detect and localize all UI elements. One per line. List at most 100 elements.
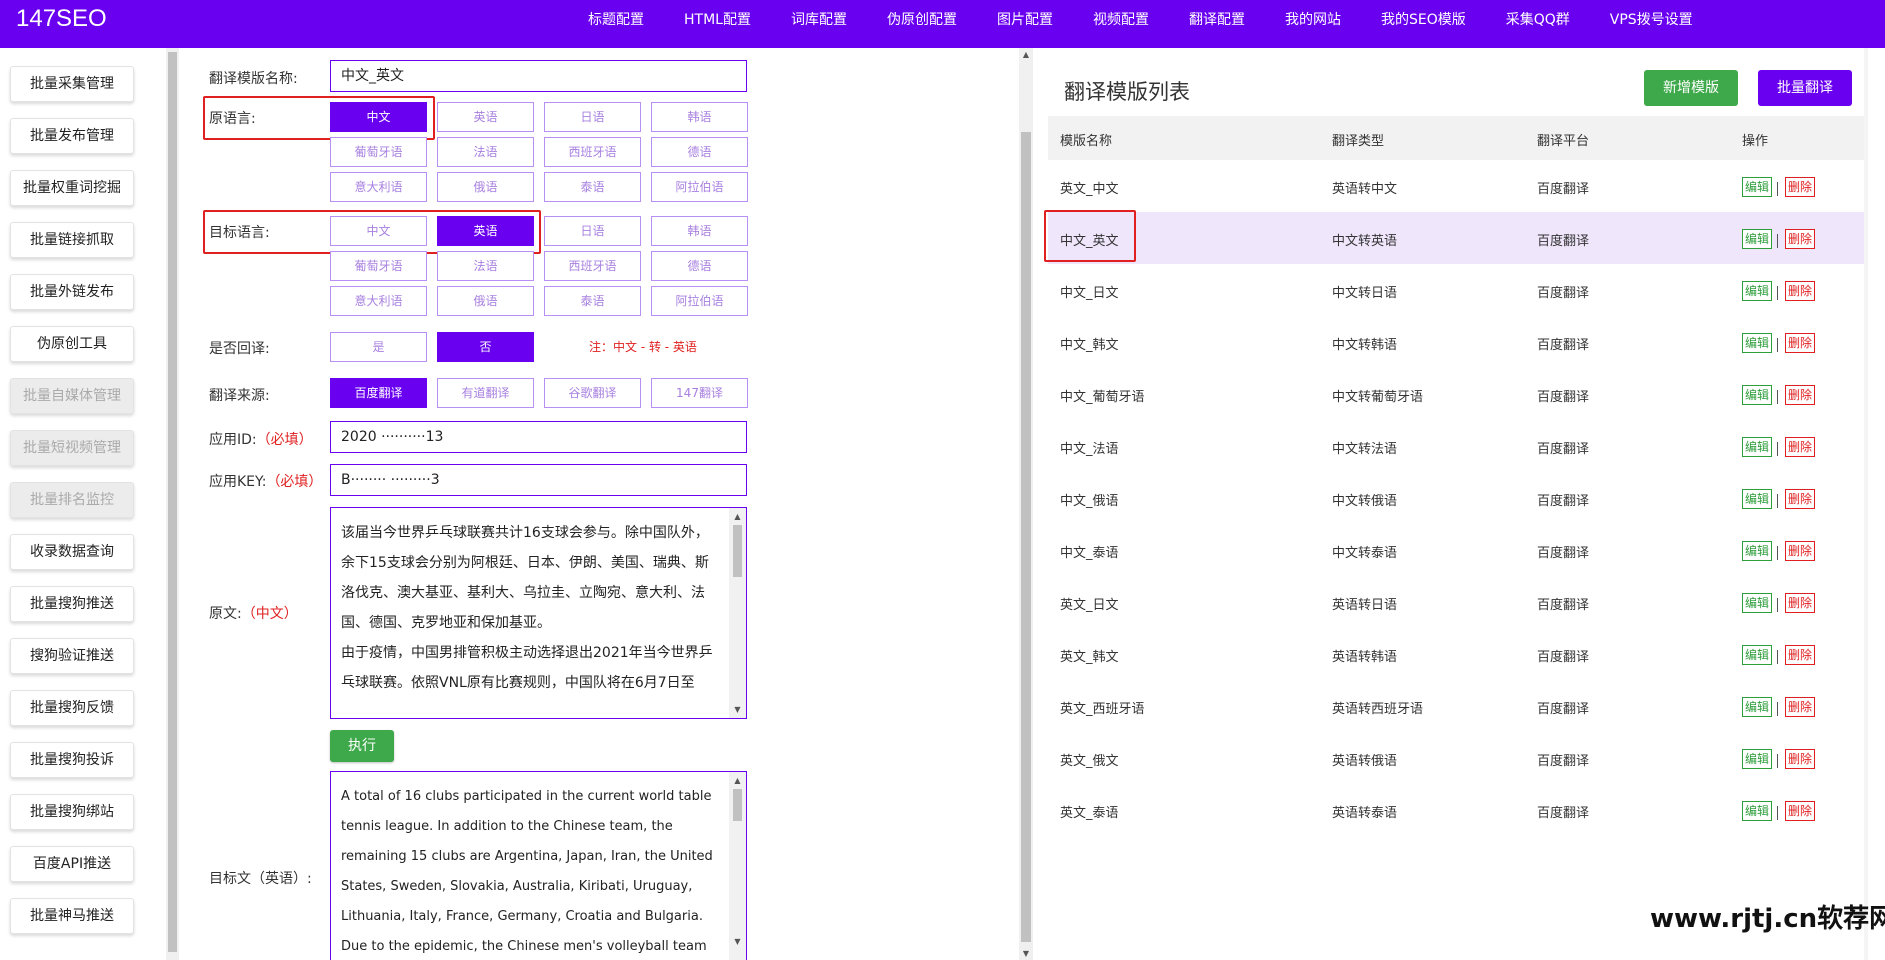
table-row[interactable]: 英文_泰语 英语转泰语 百度翻译 编辑 删除 xyxy=(1048,784,1868,836)
source-lang-option-3[interactable]: 韩语 xyxy=(651,102,748,132)
back-translate-option-0[interactable]: 是 xyxy=(330,332,427,362)
table-row[interactable]: 中文_泰语 中文转泰语 百度翻译 编辑 删除 xyxy=(1048,524,1868,576)
sidebar-item-2[interactable]: 批量权重词挖掘 xyxy=(10,170,134,206)
delete-button[interactable]: 删除 xyxy=(1785,801,1815,821)
nav-item-0[interactable]: 标题配置 xyxy=(568,0,664,40)
edit-button[interactable]: 编辑 xyxy=(1742,281,1772,301)
sidebar-item-3[interactable]: 批量链接抓取 xyxy=(10,222,134,258)
nav-item-9[interactable]: 采集QQ群 xyxy=(1486,0,1590,40)
target-lang-option-3[interactable]: 韩语 xyxy=(651,216,748,246)
translate-source-option-2[interactable]: 谷歌翻译 xyxy=(544,378,641,408)
target-textarea-scrollbar[interactable]: ▲ ▼ xyxy=(729,772,746,960)
edit-button[interactable]: 编辑 xyxy=(1742,749,1772,769)
original-textarea-scrollbar[interactable]: ▲ ▼ xyxy=(729,508,746,718)
scroll-thumb[interactable] xyxy=(733,525,742,577)
batch-translate-button[interactable]: 批量翻译 xyxy=(1758,70,1852,106)
sidebar-item-16[interactable]: 批量神马推送 xyxy=(10,898,134,934)
table-row[interactable]: 英文_日文 英语转日语 百度翻译 编辑 删除 xyxy=(1048,576,1868,628)
sidebar-scroll-thumb[interactable] xyxy=(168,52,177,952)
table-row[interactable]: 英文_俄文 英语转俄语 百度翻译 编辑 删除 xyxy=(1048,732,1868,784)
form-scrollbar[interactable]: ▲ ▼ xyxy=(1019,48,1033,960)
target-lang-option-9[interactable]: 俄语 xyxy=(437,286,534,316)
delete-button[interactable]: 删除 xyxy=(1785,749,1815,769)
edit-button[interactable]: 编辑 xyxy=(1742,229,1772,249)
sidebar-scrollbar[interactable] xyxy=(166,48,179,960)
table-row[interactable]: 中文_英文 中文转英语 百度翻译 编辑 删除 xyxy=(1048,212,1868,264)
scroll-up-icon[interactable]: ▲ xyxy=(729,508,746,525)
delete-button[interactable]: 删除 xyxy=(1785,541,1815,561)
original-textarea[interactable]: 该届当今世界乒乓球联赛共计16支球会参与。除中国队外，余下15支球会分别为阿根廷… xyxy=(330,507,747,719)
target-lang-option-11[interactable]: 阿拉伯语 xyxy=(651,286,748,316)
scroll-thumb[interactable] xyxy=(733,789,742,821)
table-row[interactable]: 中文_韩文 中文转韩语 百度翻译 编辑 删除 xyxy=(1048,316,1868,368)
edit-button[interactable]: 编辑 xyxy=(1742,489,1772,509)
target-lang-option-8[interactable]: 意大利语 xyxy=(330,286,427,316)
source-lang-option-6[interactable]: 西班牙语 xyxy=(544,137,641,167)
nav-item-10[interactable]: VPS拨号设置 xyxy=(1590,0,1713,40)
edit-button[interactable]: 编辑 xyxy=(1742,801,1772,821)
table-row[interactable]: 中文_俄语 中文转俄语 百度翻译 编辑 删除 xyxy=(1048,472,1868,524)
delete-button[interactable]: 删除 xyxy=(1785,281,1815,301)
back-translate-option-1[interactable]: 否 xyxy=(437,332,534,362)
delete-button[interactable]: 删除 xyxy=(1785,333,1815,353)
table-row[interactable]: 英文_中文 英语转中文 百度翻译 编辑 删除 xyxy=(1048,160,1868,212)
sidebar-item-1[interactable]: 批量发布管理 xyxy=(10,118,134,154)
nav-item-8[interactable]: 我的SEO模版 xyxy=(1361,0,1486,40)
sidebar-item-15[interactable]: 百度API推送 xyxy=(10,846,134,882)
add-template-button[interactable]: 新增模版 xyxy=(1644,70,1738,106)
delete-button[interactable]: 删除 xyxy=(1785,177,1815,197)
execute-button[interactable]: 执行 xyxy=(330,730,394,762)
delete-button[interactable]: 删除 xyxy=(1785,645,1815,665)
source-lang-option-10[interactable]: 泰语 xyxy=(544,172,641,202)
target-lang-option-4[interactable]: 葡萄牙语 xyxy=(330,251,427,281)
target-lang-option-5[interactable]: 法语 xyxy=(437,251,534,281)
nav-item-2[interactable]: 词库配置 xyxy=(771,0,867,40)
target-lang-option-10[interactable]: 泰语 xyxy=(544,286,641,316)
delete-button[interactable]: 删除 xyxy=(1785,437,1815,457)
nav-item-7[interactable]: 我的网站 xyxy=(1265,0,1361,40)
sidebar-item-8[interactable]: 批量排名监控 xyxy=(10,482,134,518)
target-lang-option-6[interactable]: 西班牙语 xyxy=(544,251,641,281)
edit-button[interactable]: 编辑 xyxy=(1742,177,1772,197)
source-lang-option-1[interactable]: 英语 xyxy=(437,102,534,132)
sidebar-item-14[interactable]: 批量搜狗绑站 xyxy=(10,794,134,830)
source-lang-option-2[interactable]: 日语 xyxy=(544,102,641,132)
delete-button[interactable]: 删除 xyxy=(1785,697,1815,717)
table-row[interactable]: 中文_日文 中文转日语 百度翻译 编辑 删除 xyxy=(1048,264,1868,316)
sidebar-item-4[interactable]: 批量外链发布 xyxy=(10,274,134,310)
delete-button[interactable]: 删除 xyxy=(1785,593,1815,613)
nav-item-1[interactable]: HTML配置 xyxy=(664,0,771,40)
source-lang-option-0[interactable]: 中文 xyxy=(330,102,427,132)
source-lang-option-8[interactable]: 意大利语 xyxy=(330,172,427,202)
edit-button[interactable]: 编辑 xyxy=(1742,437,1772,457)
app-logo[interactable]: 147SEO xyxy=(16,5,107,33)
scroll-down-icon[interactable]: ▼ xyxy=(729,933,746,950)
app-id-input[interactable]: 2020 ··········13 xyxy=(330,421,747,453)
target-textarea[interactable]: A total of 16 clubs participated in the … xyxy=(330,771,747,960)
scroll-down-icon[interactable]: ▼ xyxy=(1019,949,1033,958)
sidebar-item-0[interactable]: 批量采集管理 xyxy=(10,66,134,102)
sidebar-item-9[interactable]: 收录数据查询 xyxy=(10,534,134,570)
delete-button[interactable]: 删除 xyxy=(1785,229,1815,249)
scroll-up-icon[interactable]: ▲ xyxy=(729,772,746,789)
source-lang-option-4[interactable]: 葡萄牙语 xyxy=(330,137,427,167)
scroll-up-icon[interactable]: ▲ xyxy=(1019,50,1033,59)
translate-source-option-1[interactable]: 有道翻译 xyxy=(437,378,534,408)
table-row[interactable]: 英文_韩文 英语转韩语 百度翻译 编辑 删除 xyxy=(1048,628,1868,680)
target-lang-option-2[interactable]: 日语 xyxy=(544,216,641,246)
nav-item-4[interactable]: 图片配置 xyxy=(977,0,1073,40)
nav-item-5[interactable]: 视频配置 xyxy=(1073,0,1169,40)
sidebar-item-13[interactable]: 批量搜狗投诉 xyxy=(10,742,134,778)
translate-source-option-3[interactable]: 147翻译 xyxy=(651,378,748,408)
nav-item-6[interactable]: 翻译配置 xyxy=(1169,0,1265,40)
table-row[interactable]: 中文_葡萄牙语 中文转葡萄牙语 百度翻译 编辑 删除 xyxy=(1048,368,1868,420)
edit-button[interactable]: 编辑 xyxy=(1742,541,1772,561)
sidebar-item-10[interactable]: 批量搜狗推送 xyxy=(10,586,134,622)
edit-button[interactable]: 编辑 xyxy=(1742,645,1772,665)
translate-source-option-0[interactable]: 百度翻译 xyxy=(330,378,427,408)
scroll-down-icon[interactable]: ▼ xyxy=(729,701,746,718)
edit-button[interactable]: 编辑 xyxy=(1742,333,1772,353)
target-lang-option-7[interactable]: 德语 xyxy=(651,251,748,281)
sidebar-item-11[interactable]: 搜狗验证推送 xyxy=(10,638,134,674)
sidebar-item-6[interactable]: 批量自媒体管理 xyxy=(10,378,134,414)
